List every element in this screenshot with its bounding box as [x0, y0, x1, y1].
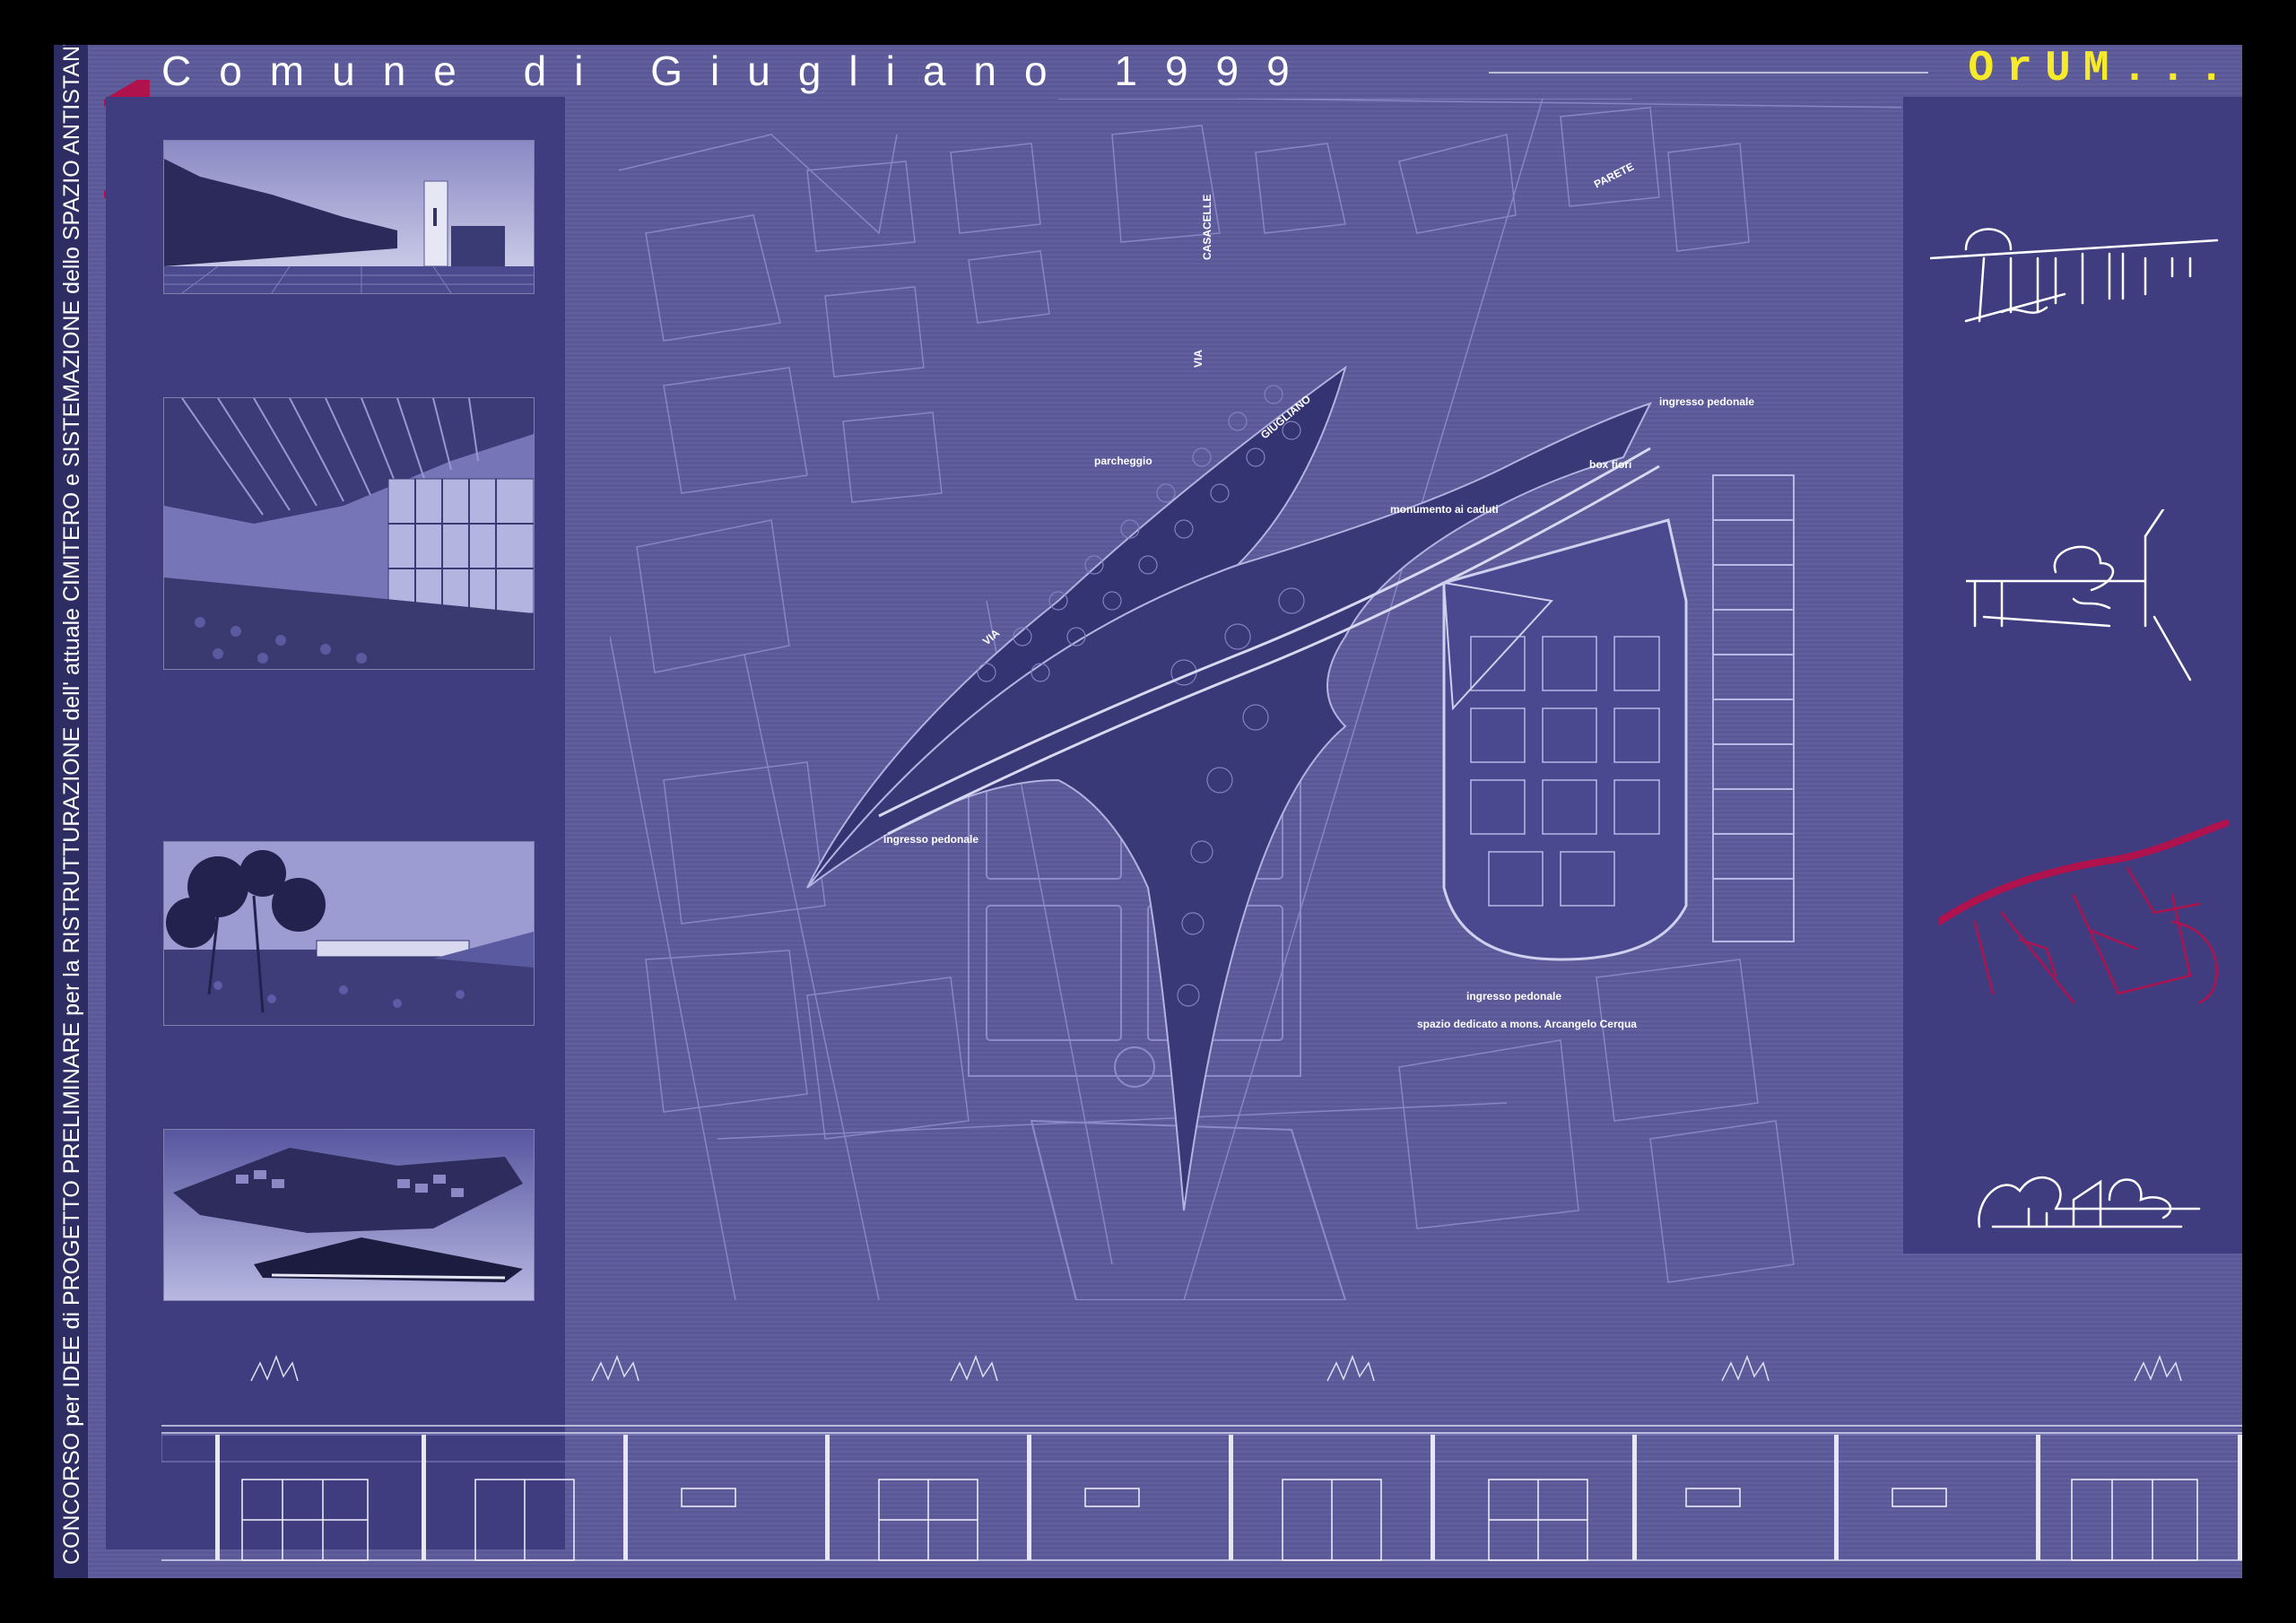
rendering-portico	[163, 397, 535, 670]
rendering-aerial-model	[163, 1129, 535, 1301]
sketch-street-view	[1930, 228, 2219, 323]
label-parete: PARETE	[1592, 160, 1636, 190]
masterplan-map: PARETE CASACELLE VIA GIUGLIANO VIA parch…	[610, 99, 1901, 1300]
rendering-trees-park	[163, 841, 535, 1026]
label-monumento-caduti: monumento ai caduti	[1390, 503, 1499, 516]
label-via-casacelle: VIA	[1192, 350, 1205, 368]
competition-title: CONCORSO per IDEE di PROGETTO PRELIMINAR…	[59, 45, 84, 1565]
label-ingresso-pedonale-s: ingresso pedonale	[1466, 990, 1561, 1002]
sketch-plan-red	[1939, 820, 2230, 1004]
label-ingresso-pedonale-w: ingresso pedonale	[883, 833, 978, 846]
label-spazio-cerqua: spazio dedicato a mons. Arcangelo Cerqua	[1417, 1018, 1637, 1030]
sketch-portico	[1966, 509, 2192, 681]
label-via-giugliano: VIA	[980, 627, 1003, 648]
label-box-fiori: box fiori	[1589, 458, 1631, 471]
portico-elevation	[161, 1354, 2242, 1561]
header-divider	[1489, 72, 1928, 74]
header-title: Comune di Giugliano 1999	[161, 48, 1318, 94]
sketch-elevation	[1978, 1176, 2201, 1228]
label-ingresso-pedonale-ne: ingresso pedonale	[1659, 395, 1754, 408]
rendering-cemetery-entrance	[163, 140, 535, 294]
studio-logo: OrUM...	[1968, 45, 2237, 93]
label-casacelle: CASACELLE	[1201, 195, 1213, 260]
title-strip: CONCORSO per IDEE di PROGETTO PRELIMINAR…	[54, 45, 88, 1578]
presentation-board: CONCORSO per IDEE di PROGETTO PRELIMINAR…	[54, 45, 2242, 1578]
label-parcheggio: parcheggio	[1094, 455, 1152, 467]
sketches-panel	[1903, 97, 2242, 1254]
